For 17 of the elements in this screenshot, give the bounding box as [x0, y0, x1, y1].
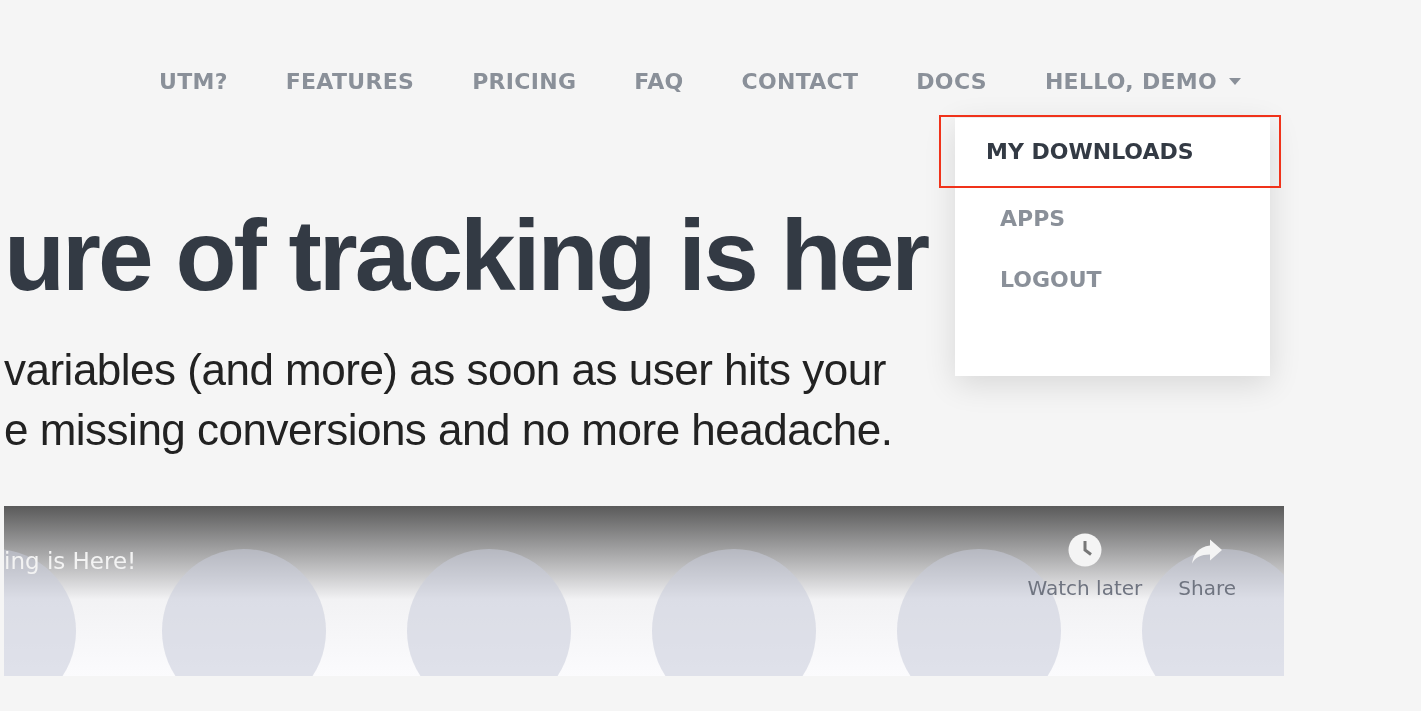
hero-title: ure of tracking is her: [4, 200, 928, 310]
nav-link[interactable]: FEATURES: [285, 68, 415, 94]
nav-link[interactable]: FAQ: [634, 68, 684, 94]
nav-link[interactable]: UTM?: [158, 68, 228, 94]
hero-subtitle: variables (and more) as soon as user hits your e missing conversions and no more headache.: [4, 344, 893, 456]
account-menu-toggle[interactable]: HELLO, DEMO: [1044, 68, 1241, 94]
menu-item[interactable]: LOGOUT: [955, 249, 1270, 310]
share-button[interactable]: Share: [1178, 532, 1236, 600]
caret-icon: [1229, 77, 1241, 85]
nav-link[interactable]: CONTACT: [741, 68, 859, 94]
menu-item[interactable]: MY DOWNLOADS: [939, 115, 1281, 188]
nav-link[interactable]: DOCS: [916, 68, 987, 94]
nav-link[interactable]: PRICING: [472, 68, 577, 94]
menu-item[interactable]: APPS: [955, 188, 1270, 249]
video-title: ing is Here!: [4, 548, 137, 574]
watch-later-button[interactable]: Watch later: [1027, 532, 1143, 600]
clock-icon: [1066, 532, 1103, 568]
